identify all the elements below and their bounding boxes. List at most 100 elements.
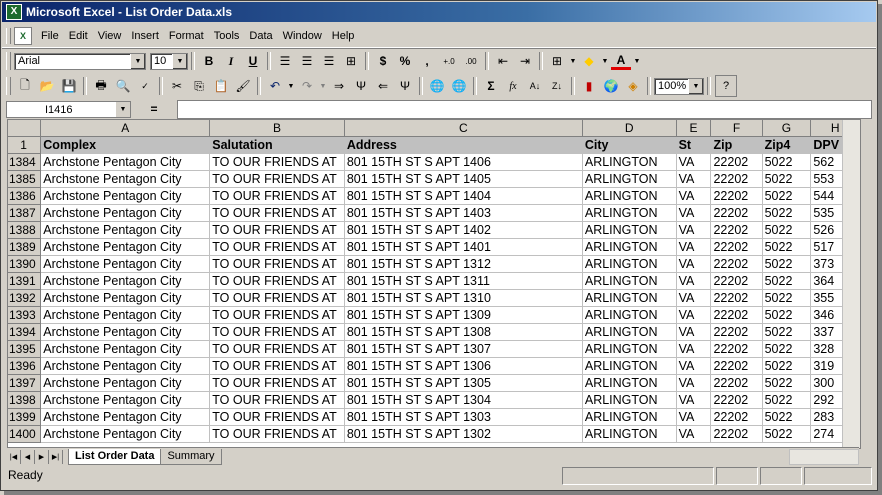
cell[interactable]: ARLINGTON (582, 408, 677, 426)
worksheet-grid[interactable]: A B C D E F G H 1 Complex Salutation Add… (7, 119, 861, 449)
row-header[interactable]: 1388 (8, 221, 42, 239)
cell-table[interactable]: A B C D E F G H 1 Complex Salutation Add… (8, 120, 860, 443)
cell[interactable]: 5022 (762, 306, 812, 324)
row-header[interactable]: 1399 (8, 408, 42, 426)
cell[interactable]: 5022 (762, 153, 812, 171)
cell[interactable]: 22202 (710, 153, 763, 171)
cell[interactable]: Archstone Pentagon City (40, 408, 211, 426)
cell[interactable]: 22202 (710, 187, 763, 205)
cell[interactable]: 5022 (762, 204, 812, 222)
cell[interactable]: 801 15TH ST S APT 1403 (344, 204, 583, 222)
help-icon[interactable]: ? (715, 75, 737, 97)
cell[interactable]: VA (676, 374, 712, 392)
cell[interactable]: 22202 (710, 204, 763, 222)
align-right-icon[interactable]: ☰ (319, 51, 339, 71)
row-header[interactable]: 1398 (8, 391, 42, 409)
cell[interactable]: ARLINGTON (582, 357, 677, 375)
column-header-c[interactable]: C (344, 120, 583, 137)
workbook-icon[interactable]: X (14, 27, 32, 45)
cell[interactable]: 22202 (710, 306, 763, 324)
column-header-e[interactable]: E (676, 120, 712, 137)
cell[interactable]: Archstone Pentagon City (40, 306, 211, 324)
cell[interactable]: Archstone Pentagon City (40, 272, 211, 290)
paste-icon[interactable]: 📋 (211, 76, 231, 96)
cell[interactable]: 22202 (710, 340, 763, 358)
cell[interactable]: TO OUR FRIENDS AT (209, 408, 345, 426)
borders-icon[interactable]: ⊞ (547, 51, 567, 71)
font-color-dropdown-icon[interactable]: ▼ (633, 51, 641, 71)
menu-insert[interactable]: Insert (126, 30, 164, 42)
autosum-button[interactable]: Σ (481, 76, 501, 96)
sort-ascending-icon[interactable]: A↓ (525, 76, 545, 96)
redo-icon[interactable]: ↷ (297, 76, 317, 96)
cell[interactable]: 5022 (762, 408, 812, 426)
row-header[interactable]: 1395 (8, 340, 42, 358)
cell[interactable]: VA (676, 357, 712, 375)
cell[interactable]: ARLINGTON (582, 425, 677, 443)
print-preview-icon[interactable]: 🔍 (113, 76, 133, 96)
cell[interactable]: Zip (710, 136, 763, 154)
cell[interactable]: 801 15TH ST S APT 1406 (344, 153, 583, 171)
cell[interactable]: ARLINGTON (582, 272, 677, 290)
cell[interactable]: 801 15TH ST S APT 1309 (344, 306, 583, 324)
currency-button[interactable]: $ (373, 51, 393, 71)
cell[interactable]: TO OUR FRIENDS AT (209, 187, 345, 205)
cell[interactable]: 22202 (710, 221, 763, 239)
menu-help[interactable]: Help (327, 30, 360, 42)
cell[interactable]: VA (676, 153, 712, 171)
cell[interactable]: 5022 (762, 425, 812, 443)
cell[interactable]: ARLINGTON (582, 323, 677, 341)
cell[interactable]: Address (344, 136, 583, 154)
insert-col-icon[interactable]: Ψ (351, 76, 371, 96)
cell[interactable]: VA (676, 255, 712, 273)
cut-icon[interactable]: ✂ (167, 76, 187, 96)
hyperlink-icon[interactable]: 🌐 (427, 76, 447, 96)
increase-decimal-icon[interactable]: +.0 (439, 51, 459, 71)
font-size-select[interactable]: 10 ▼ (150, 52, 188, 70)
cell[interactable]: 801 15TH ST S APT 1404 (344, 187, 583, 205)
percent-button[interactable]: % (395, 51, 415, 71)
cell[interactable]: Archstone Pentagon City (40, 340, 211, 358)
save-icon[interactable]: 💾 (59, 76, 79, 96)
delete-col-icon[interactable]: Ψ (395, 76, 415, 96)
redo-dropdown-icon[interactable]: ▼ (319, 76, 327, 96)
cell[interactable]: ARLINGTON (582, 255, 677, 273)
cell[interactable]: Archstone Pentagon City (40, 153, 211, 171)
function-wizard-button[interactable]: fx (503, 76, 523, 96)
cell[interactable]: VA (676, 187, 712, 205)
equals-sign[interactable]: = (131, 102, 177, 116)
cell[interactable]: ARLINGTON (582, 391, 677, 409)
cell[interactable]: TO OUR FRIENDS AT (209, 170, 345, 188)
toolbar-grip[interactable] (6, 52, 11, 70)
increase-indent-icon[interactable]: ⇥ (515, 51, 535, 71)
cell[interactable]: 5022 (762, 238, 812, 256)
comma-button[interactable]: , (417, 51, 437, 71)
cell[interactable]: Archstone Pentagon City (40, 323, 211, 341)
cell[interactable]: 22202 (710, 323, 763, 341)
cell[interactable]: 801 15TH ST S APT 1402 (344, 221, 583, 239)
cell[interactable]: 5022 (762, 374, 812, 392)
menu-view[interactable]: View (93, 30, 127, 42)
cell[interactable]: Archstone Pentagon City (40, 255, 211, 273)
cell[interactable]: 22202 (710, 357, 763, 375)
row-header[interactable]: 1394 (8, 323, 42, 341)
cell[interactable]: Archstone Pentagon City (40, 289, 211, 307)
merge-center-icon[interactable]: ⊞ (341, 51, 361, 71)
cell[interactable]: Archstone Pentagon City (40, 170, 211, 188)
map-icon[interactable]: 🌍 (601, 76, 621, 96)
row-header[interactable]: 1391 (8, 272, 42, 290)
cell[interactable]: 5022 (762, 323, 812, 341)
row-header[interactable]: 1392 (8, 289, 42, 307)
cell[interactable]: Archstone Pentagon City (40, 425, 211, 443)
cell[interactable]: TO OUR FRIENDS AT (209, 238, 345, 256)
prev-sheet-icon[interactable]: ◀ (21, 449, 35, 464)
decrease-decimal-icon[interactable]: .00 (461, 51, 481, 71)
delete-row-icon[interactable]: ⇐ (373, 76, 393, 96)
cell[interactable]: ARLINGTON (582, 289, 677, 307)
cell[interactable]: 22202 (710, 408, 763, 426)
menubar-grip[interactable] (6, 28, 11, 44)
cell[interactable]: 801 15TH ST S APT 1305 (344, 374, 583, 392)
row-header[interactable]: 1 (8, 136, 42, 154)
last-sheet-icon[interactable]: ▶| (49, 449, 63, 464)
fill-color-icon[interactable]: ◆ (579, 51, 599, 71)
